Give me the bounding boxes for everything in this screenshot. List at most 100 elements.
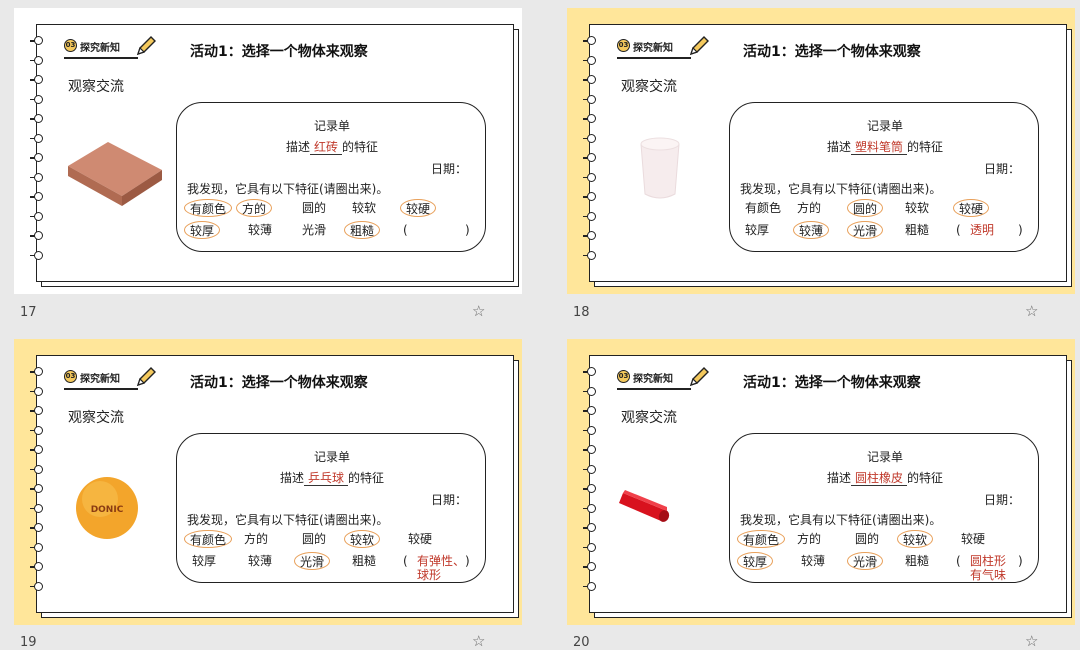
feature-option[interactable]: 光滑	[294, 552, 331, 570]
binder-ring	[583, 484, 597, 496]
record-title: 记录单	[866, 119, 903, 133]
describe-prefix: 描述	[285, 140, 310, 154]
feature-option[interactable]: 光滑	[847, 552, 884, 570]
finding-text: 我发现，它具有以下特征(请圈出来)。	[187, 182, 389, 196]
binder-ring	[583, 445, 597, 457]
feature-option[interactable]: 方的	[792, 530, 826, 548]
describe-suffix: 的特征	[348, 471, 385, 485]
binder-ring	[583, 153, 597, 165]
feature-option[interactable]: 有颜色	[737, 530, 786, 548]
section-badge: 03 探究新知	[64, 368, 142, 390]
binder-ring	[30, 211, 44, 224]
star-icon[interactable]: ☆	[1025, 302, 1038, 320]
slide-title: 活动1：选择一个物体来观察	[190, 44, 368, 60]
slide-title: 活动1：选择一个物体来观察	[743, 44, 921, 60]
star-icon[interactable]: ☆	[472, 632, 485, 650]
describe-line: 描述 乒乓球 的特征	[177, 469, 487, 486]
badge-underline	[617, 57, 691, 59]
object-image	[62, 136, 166, 212]
feature-option[interactable]: 圆的	[847, 199, 884, 217]
record-card: 记录单 描述 乒乓球 的特征 日期： 我发现，它具有以下特征(请圈出来)。 有颜色 方的 圆的较…	[176, 433, 486, 583]
feature-option[interactable]: 圆的	[297, 530, 331, 548]
describe-prefix: 描述	[826, 471, 851, 485]
feature-option[interactable]: 有颜色	[740, 199, 786, 217]
feature-option[interactable]: 粗糙	[900, 552, 934, 570]
date-label: 日期：	[983, 162, 1020, 176]
badge-label: 探究新知	[80, 374, 120, 385]
slide-thumbnail[interactable]: 03 探究新知 活动1：选择一个物体来观察 观察交流 记录单 描述 圆柱橡皮 的特征 日期： 我发…	[567, 339, 1075, 625]
binder-ring	[30, 94, 44, 107]
slide-title: 活动1：选择一个物体来观察	[190, 375, 368, 391]
object-image: DONIC	[74, 475, 140, 545]
describe-prefix: 描述	[826, 140, 851, 154]
describe-suffix: 的特征	[907, 140, 944, 154]
feature-option[interactable]: 光滑	[297, 221, 331, 239]
record-title: 记录单	[313, 450, 350, 464]
binder-ring	[30, 36, 44, 48]
feature-option[interactable]: 较硬	[953, 199, 990, 217]
feature-option[interactable]: 较厚	[737, 552, 774, 570]
binder-ring	[583, 542, 597, 555]
section-badge: 03 探究新知	[64, 37, 142, 59]
binder-ring	[30, 133, 44, 146]
extra-feature: 有弹性、 球形	[417, 554, 466, 582]
feature-option[interactable]: 方的	[236, 199, 273, 217]
feature-option[interactable]: 方的	[792, 199, 826, 217]
binder-ring	[30, 367, 44, 379]
feature-option[interactable]: 较厚	[184, 221, 221, 239]
section-badge: 03 探究新知	[617, 37, 695, 59]
feature-option[interactable]: 较薄	[796, 552, 830, 570]
binder-ring	[30, 542, 44, 555]
binder-ring	[30, 250, 44, 263]
feature-option[interactable]: 较软	[344, 530, 381, 548]
binder-ring	[583, 133, 597, 146]
svg-text:DONIC: DONIC	[91, 505, 124, 515]
feature-option[interactable]: 光滑	[847, 221, 884, 239]
feature-option[interactable]: 较硬	[403, 530, 437, 548]
binder-ring	[30, 562, 44, 574]
binder-ring	[583, 211, 597, 224]
badge-underline	[617, 388, 691, 390]
record-card: 记录单 描述 塑料笔筒 的特征 日期： 我发现，它具有以下特征(请圈出来)。 有颜色 方的 圆的…	[729, 102, 1039, 252]
feature-option[interactable]: 有颜色	[184, 530, 233, 548]
pencil-icon	[687, 365, 711, 393]
feature-option[interactable]: 较软	[897, 530, 934, 548]
paren-close: )	[465, 223, 470, 237]
paren-open: (	[403, 554, 408, 568]
binder-ring	[30, 425, 44, 438]
badge-underline	[64, 388, 138, 390]
record-title: 记录单	[313, 119, 350, 133]
binder-ring	[30, 523, 44, 535]
slide-thumbnail[interactable]: 03 探究新知 活动1：选择一个物体来观察 观察交流 记录单 描述 红砖 的特征 日期： 我发现，…	[14, 8, 522, 294]
feature-option[interactable]: 方的	[239, 530, 273, 548]
slide-thumbnail[interactable]: 03 探究新知 活动1：选择一个物体来观察 观察交流 记录单 描述 塑料笔筒 的特征 日期： 我发…	[567, 8, 1075, 294]
binder-ring	[583, 36, 597, 48]
feature-option[interactable]: 较薄	[793, 221, 830, 239]
feature-option[interactable]: 圆的	[850, 530, 884, 548]
section-subtitle: 观察交流	[621, 79, 677, 95]
feature-option[interactable]: 较薄	[243, 221, 277, 239]
feature-option[interactable]: 较软	[347, 199, 381, 217]
describe-suffix: 的特征	[342, 140, 379, 154]
object-image	[617, 485, 675, 529]
feature-option[interactable]: 较软	[900, 199, 934, 217]
binder-ring	[583, 250, 597, 263]
star-icon[interactable]: ☆	[472, 302, 485, 320]
slide-thumbnail[interactable]: 03 探究新知 活动1：选择一个物体来观察 观察交流 DONIC 记录单 描述 乒乓球 的特征日…	[14, 339, 522, 625]
feature-option[interactable]: 较硬	[400, 199, 437, 217]
feature-option[interactable]: 较薄	[243, 552, 277, 570]
feature-option[interactable]: 粗糙	[347, 552, 381, 570]
feature-option[interactable]: 粗糙	[900, 221, 934, 239]
record-title: 记录单	[866, 450, 903, 464]
binder-ring	[30, 114, 44, 126]
badge-number: 03	[617, 370, 630, 383]
feature-option[interactable]: 较厚	[187, 552, 221, 570]
feature-option[interactable]: 较厚	[740, 221, 774, 239]
binder-ring	[583, 425, 597, 438]
feature-option[interactable]: 有颜色	[184, 199, 233, 217]
feature-option[interactable]: 粗糙	[344, 221, 381, 239]
star-icon[interactable]: ☆	[1025, 632, 1038, 650]
feature-option[interactable]: 圆的	[297, 199, 331, 217]
binder-ring	[30, 581, 44, 594]
feature-option[interactable]: 较硬	[956, 530, 990, 548]
